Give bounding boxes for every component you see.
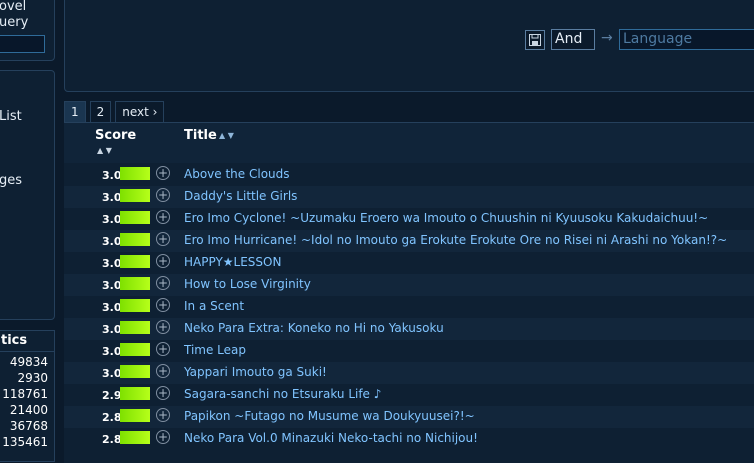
title-link[interactable]: In a Scent [184, 299, 244, 313]
score-bar [120, 431, 150, 444]
table-row: 2.8 + Neko Para Vol.0 Minazuki Neko-tachi … [64, 428, 754, 450]
score-bar [120, 211, 150, 224]
stat-value: 49834 [9, 355, 48, 369]
score-bar [120, 321, 150, 334]
table-row: 3.0 + How to Lose Virginity [64, 274, 754, 296]
add-to-list-icon[interactable]: + [156, 408, 170, 422]
add-to-list-icon[interactable]: + [156, 386, 170, 400]
score-bar [120, 255, 150, 268]
score-bar [120, 409, 150, 422]
title-link[interactable]: Neko Para Vol.0 Minazuki Neko-tachi no N… [184, 431, 478, 445]
score-value: 3.0 [102, 345, 122, 358]
menu-panel: List ges [0, 70, 55, 320]
add-to-list-icon[interactable]: + [156, 342, 170, 356]
table-row: 2.9 + Sagara-sanchi no Etsuraku Life ♪ [64, 384, 754, 406]
title-link[interactable]: Above the Clouds [184, 167, 290, 181]
search-panel: ovel uery [0, 0, 55, 61]
stat-value: 135461 [2, 435, 48, 449]
results-table: Score ▲ ▼ Title ▲ ▼ 3.0 + Above the Clouds… [64, 122, 754, 463]
title-sort-icon[interactable]: ▲ ▼ [219, 131, 234, 140]
stat-value: 118761 [2, 387, 48, 401]
menu-item-list[interactable]: List [0, 109, 22, 124]
add-to-list-icon[interactable]: + [156, 430, 170, 444]
title-link[interactable]: Ero Imo Hurricane! ~Idol no Imouto ga Er… [184, 233, 727, 247]
add-to-list-icon[interactable]: + [156, 210, 170, 224]
score-value: 2.9 [102, 389, 122, 402]
score-value: 3.0 [102, 279, 122, 292]
stat-value: 21400 [9, 403, 48, 417]
stat-value: 2930 [17, 371, 48, 385]
score-value: 3.0 [102, 367, 122, 380]
stat-value: 36768 [9, 419, 48, 433]
score-value: 3.0 [102, 235, 122, 248]
stats-header: tics [0, 331, 54, 352]
score-sort-icon[interactable]: ▲ ▼ [97, 146, 112, 155]
title-column-header[interactable]: Title [184, 128, 217, 143]
save-icon [529, 34, 541, 46]
score-value: 3.0 [102, 323, 122, 336]
search-option-label[interactable]: ovel [0, 0, 26, 14]
arrow-icon: → [601, 30, 613, 46]
table-header: Score ▲ ▼ Title ▲ ▼ [64, 123, 754, 163]
title-link[interactable]: Papikon ~Futago no Musume wa Doukyuusei?… [184, 409, 475, 423]
score-value: 3.0 [102, 169, 122, 182]
table-row: 3.0 + Ero Imo Hurricane! ~Idol no Imouto g… [64, 230, 754, 252]
search-input[interactable] [0, 35, 45, 53]
add-to-list-icon[interactable]: + [156, 298, 170, 312]
add-to-list-icon[interactable]: + [156, 254, 170, 268]
score-bar [120, 277, 150, 290]
table-row: 3.0 + Above the Clouds [64, 164, 754, 186]
table-row: 3.0 + Ero Imo Cyclone! ~Uzumaku Eroero wa … [64, 208, 754, 230]
title-link[interactable]: Ero Imo Cyclone! ~Uzumaku Eroero wa Imou… [184, 211, 708, 225]
next-page-button[interactable]: next › [115, 101, 165, 122]
score-value: 3.0 [102, 213, 122, 226]
score-value: 3.0 [102, 191, 122, 204]
table-row: 3.0 + In a Scent [64, 296, 754, 318]
search-option-label[interactable]: uery [0, 15, 28, 30]
language-input[interactable]: Language [619, 29, 754, 50]
score-bar [120, 343, 150, 356]
save-filter-button[interactable] [525, 30, 545, 50]
score-bar [120, 233, 150, 246]
add-to-list-icon[interactable]: + [156, 364, 170, 378]
page-1-button[interactable]: 1 [64, 101, 86, 122]
table-row: 3.0 + Time Leap [64, 340, 754, 362]
add-to-list-icon[interactable]: + [156, 188, 170, 202]
score-value: 3.0 [102, 301, 122, 314]
score-column-header[interactable]: Score [95, 128, 136, 143]
menu-item-pages[interactable]: ges [0, 173, 22, 188]
title-link[interactable]: Sagara-sanchi no Etsuraku Life ♪ [184, 387, 381, 401]
score-bar [120, 387, 150, 400]
score-bar [120, 299, 150, 312]
and-or-toggle[interactable]: And [551, 29, 595, 50]
table-row: 3.0 + Neko Para Extra: Koneko no Hi no Yak… [64, 318, 754, 340]
title-link[interactable]: HAPPY★LESSON [184, 255, 281, 269]
title-link[interactable]: Neko Para Extra: Koneko no Hi no Yakusok… [184, 321, 444, 335]
add-to-list-icon[interactable]: + [156, 320, 170, 334]
score-bar [120, 365, 150, 378]
sidebar: ovel uery List ges tics 49834 2930 11876… [0, 0, 55, 462]
score-value: 2.8 [102, 411, 122, 424]
pagination: 1 2 next › [64, 101, 165, 122]
title-link[interactable]: How to Lose Virginity [184, 277, 311, 291]
table-row: 2.8 + Papikon ~Futago no Musume wa Doukyuu… [64, 406, 754, 428]
stats-panel: tics 49834 2930 118761 21400 36768 13546… [0, 330, 55, 462]
add-to-list-icon[interactable]: + [156, 232, 170, 246]
title-link[interactable]: Daddy's Little Girls [184, 189, 297, 203]
add-to-list-icon[interactable]: + [156, 276, 170, 290]
score-bar [120, 167, 150, 180]
page-2-button[interactable]: 2 [89, 101, 112, 122]
score-value: 2.8 [102, 433, 122, 446]
title-link[interactable]: Yappari Imouto ga Suki! [184, 365, 327, 379]
table-row: 3.0 + Daddy's Little Girls [64, 186, 754, 208]
score-value: 3.0 [102, 257, 122, 270]
title-link[interactable]: Time Leap [184, 343, 246, 357]
score-bar [120, 189, 150, 202]
table-row: 3.0 + HAPPY★LESSON [64, 252, 754, 274]
table-row: 3.0 + Yappari Imouto ga Suki! [64, 362, 754, 384]
add-to-list-icon[interactable]: + [156, 166, 170, 180]
